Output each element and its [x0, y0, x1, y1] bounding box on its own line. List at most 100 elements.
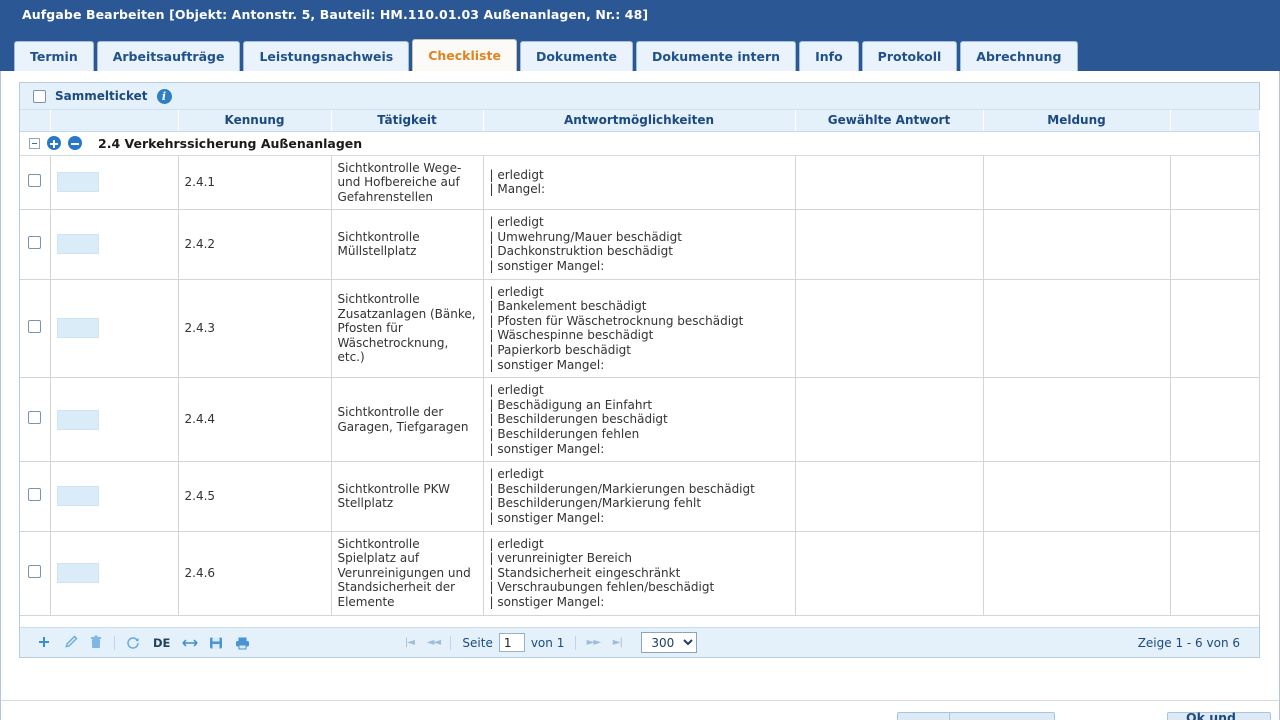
tab-label: Arbeitsaufträge [112, 49, 225, 64]
minus-circle-icon[interactable] [68, 136, 82, 150]
cell-meldung[interactable] [983, 461, 1171, 532]
col-antwortmoeglichkeiten[interactable]: Antwortmöglichkeiten [483, 110, 796, 132]
refresh-icon[interactable] [120, 631, 146, 655]
row-value-input[interactable] [56, 486, 99, 507]
add-icon[interactable] [31, 631, 57, 655]
table-row[interactable]: 2.4.4 Sichtkontrolle der Garagen, Tiefga… [20, 377, 1260, 463]
row-select-cell[interactable] [20, 155, 51, 211]
tab-protokoll[interactable]: Protokoll [861, 41, 958, 71]
group-row[interactable]: 2.4 Verkehrssicherung Außenanlagen [20, 131, 1259, 156]
ok-und-dropdown-button[interactable]: Ok und ... [1167, 710, 1271, 720]
tab-label: Info [815, 49, 843, 64]
cell-antworten: | erledigt | Beschädigung an Einfahrt | … [483, 377, 796, 463]
page-number-input[interactable] [498, 633, 525, 652]
col-meldung[interactable]: Meldung [983, 110, 1171, 132]
ok-button[interactable]: Ok [897, 712, 955, 720]
cell-antworten: | erledigt | Umwehrung/Mauer beschädigt … [483, 209, 796, 280]
row-checkbox[interactable] [28, 564, 42, 578]
cell-gewaehlte-antwort[interactable] [795, 531, 984, 616]
table-row[interactable]: 2.4.1 Sichtkontrolle Wege- und Hofbereic… [20, 155, 1260, 211]
tab-leistungsnachweis[interactable]: Leistungsnachweis [243, 41, 410, 71]
tab-label: Protokoll [877, 49, 942, 64]
last-page-button[interactable]: ►| [605, 632, 629, 654]
cancel-button[interactable]: Abbrechen [949, 712, 1055, 720]
tab-content-checkliste: Sammelticket i Kennung Tätigkeit Antwort… [0, 71, 1280, 700]
cell-meldung[interactable] [983, 377, 1171, 463]
checklist-table: Kennung Tätigkeit Antwortmöglichkeiten G… [20, 110, 1260, 616]
record-range-label: Zeige 1 - 6 von 6 [1137, 635, 1240, 650]
row-value-cell[interactable] [50, 377, 179, 463]
row-value-input[interactable] [56, 563, 99, 584]
col-gewaehlte-antwort[interactable]: Gewählte Antwort [795, 110, 984, 132]
pager-separator [575, 635, 577, 650]
print-icon[interactable] [229, 631, 255, 655]
save-icon[interactable] [203, 631, 229, 655]
tab-arbeitsauftraege[interactable]: Arbeitsaufträge [96, 41, 241, 71]
table-row[interactable]: 2.4.3 Sichtkontrolle Zusatzanlagen (Bänk… [20, 279, 1260, 379]
row-value-cell[interactable] [50, 209, 179, 280]
row-checkbox[interactable] [28, 236, 42, 250]
row-select-cell[interactable] [20, 209, 51, 280]
row-checkbox[interactable] [28, 320, 42, 334]
tab-abrechnung[interactable]: Abrechnung [960, 41, 1078, 71]
col-taetigkeit[interactable]: Tätigkeit [331, 110, 484, 132]
cell-taetigkeit: Sichtkontrolle PKW Stellplatz [331, 461, 484, 532]
row-checkbox[interactable] [28, 488, 42, 502]
row-value-input[interactable] [56, 409, 99, 430]
row-value-input[interactable] [56, 172, 99, 193]
row-select-cell[interactable] [20, 531, 51, 616]
tab-dokumente-intern[interactable]: Dokumente intern [635, 41, 797, 71]
cell-meldung[interactable] [983, 279, 1171, 379]
row-value-input[interactable] [56, 234, 99, 255]
cell-meldung[interactable] [983, 209, 1171, 280]
table-row[interactable]: 2.4.2 Sichtkontrolle Müllstellplatz | er… [20, 209, 1260, 280]
cell-taetigkeit: Sichtkontrolle Müllstellplatz [331, 209, 484, 280]
next-page-button[interactable]: ►► [581, 632, 605, 654]
tab-label: Termin [30, 49, 78, 64]
row-value-cell[interactable] [50, 531, 179, 616]
row-value-cell[interactable] [50, 279, 179, 379]
info-icon[interactable]: i [156, 88, 172, 104]
resize-columns-icon[interactable] [177, 631, 203, 655]
tab-label: Dokumente intern [651, 49, 781, 64]
page-size-select[interactable]: 300 [641, 632, 698, 653]
row-select-cell[interactable] [20, 461, 51, 532]
tab-checkliste[interactable]: Checkliste [412, 39, 517, 71]
table-row[interactable]: 2.4.6 Sichtkontrolle Spielplatz auf Veru… [20, 531, 1260, 616]
cell-gewaehlte-antwort[interactable] [795, 155, 984, 211]
row-value-cell[interactable] [50, 155, 179, 211]
plus-circle-icon[interactable] [47, 136, 61, 150]
cell-meldung[interactable] [983, 531, 1171, 616]
cell-gewaehlte-antwort[interactable] [795, 461, 984, 532]
sammelticket-checkbox[interactable] [33, 89, 46, 103]
row-value-cell[interactable] [50, 461, 179, 532]
row-checkbox[interactable] [28, 174, 42, 188]
tab-label: Checkliste [428, 48, 501, 63]
cell-gewaehlte-antwort[interactable] [795, 209, 984, 280]
col-spacer [1170, 110, 1260, 132]
col-value[interactable] [50, 110, 179, 132]
row-checkbox[interactable] [28, 411, 42, 425]
cell-gewaehlte-antwort[interactable] [795, 377, 984, 463]
row-value-input[interactable] [56, 318, 99, 339]
first-page-button[interactable]: |◄ [397, 632, 421, 654]
language-toggle[interactable]: DE [153, 636, 170, 650]
row-select-cell[interactable] [20, 377, 51, 463]
cell-gewaehlte-antwort[interactable] [795, 279, 984, 379]
col-select[interactable] [20, 110, 51, 132]
page-title: Aufgabe Bearbeiten [Objekt: Antonstr. 5,… [22, 7, 649, 22]
cell-meldung[interactable] [983, 155, 1171, 211]
col-kennung[interactable]: Kennung [178, 110, 332, 132]
collapse-box-icon[interactable] [29, 137, 40, 149]
edit-icon[interactable] [57, 631, 83, 655]
table-row[interactable]: 2.4.5 Sichtkontrolle PKW Stellplatz | er… [20, 461, 1260, 532]
cell-kennung: 2.4.1 [178, 155, 332, 211]
page-total-label: von 1 [530, 635, 565, 650]
grid-toolbar: DE |◄ ◄◄ Seite von 1 ►► ►| 30 [20, 627, 1259, 657]
row-select-cell[interactable] [20, 279, 51, 379]
tab-info[interactable]: Info [799, 41, 859, 71]
prev-page-button[interactable]: ◄◄ [421, 632, 445, 654]
tab-termin[interactable]: Termin [14, 41, 94, 71]
tab-dokumente[interactable]: Dokumente [519, 41, 633, 71]
delete-icon[interactable] [83, 631, 109, 655]
